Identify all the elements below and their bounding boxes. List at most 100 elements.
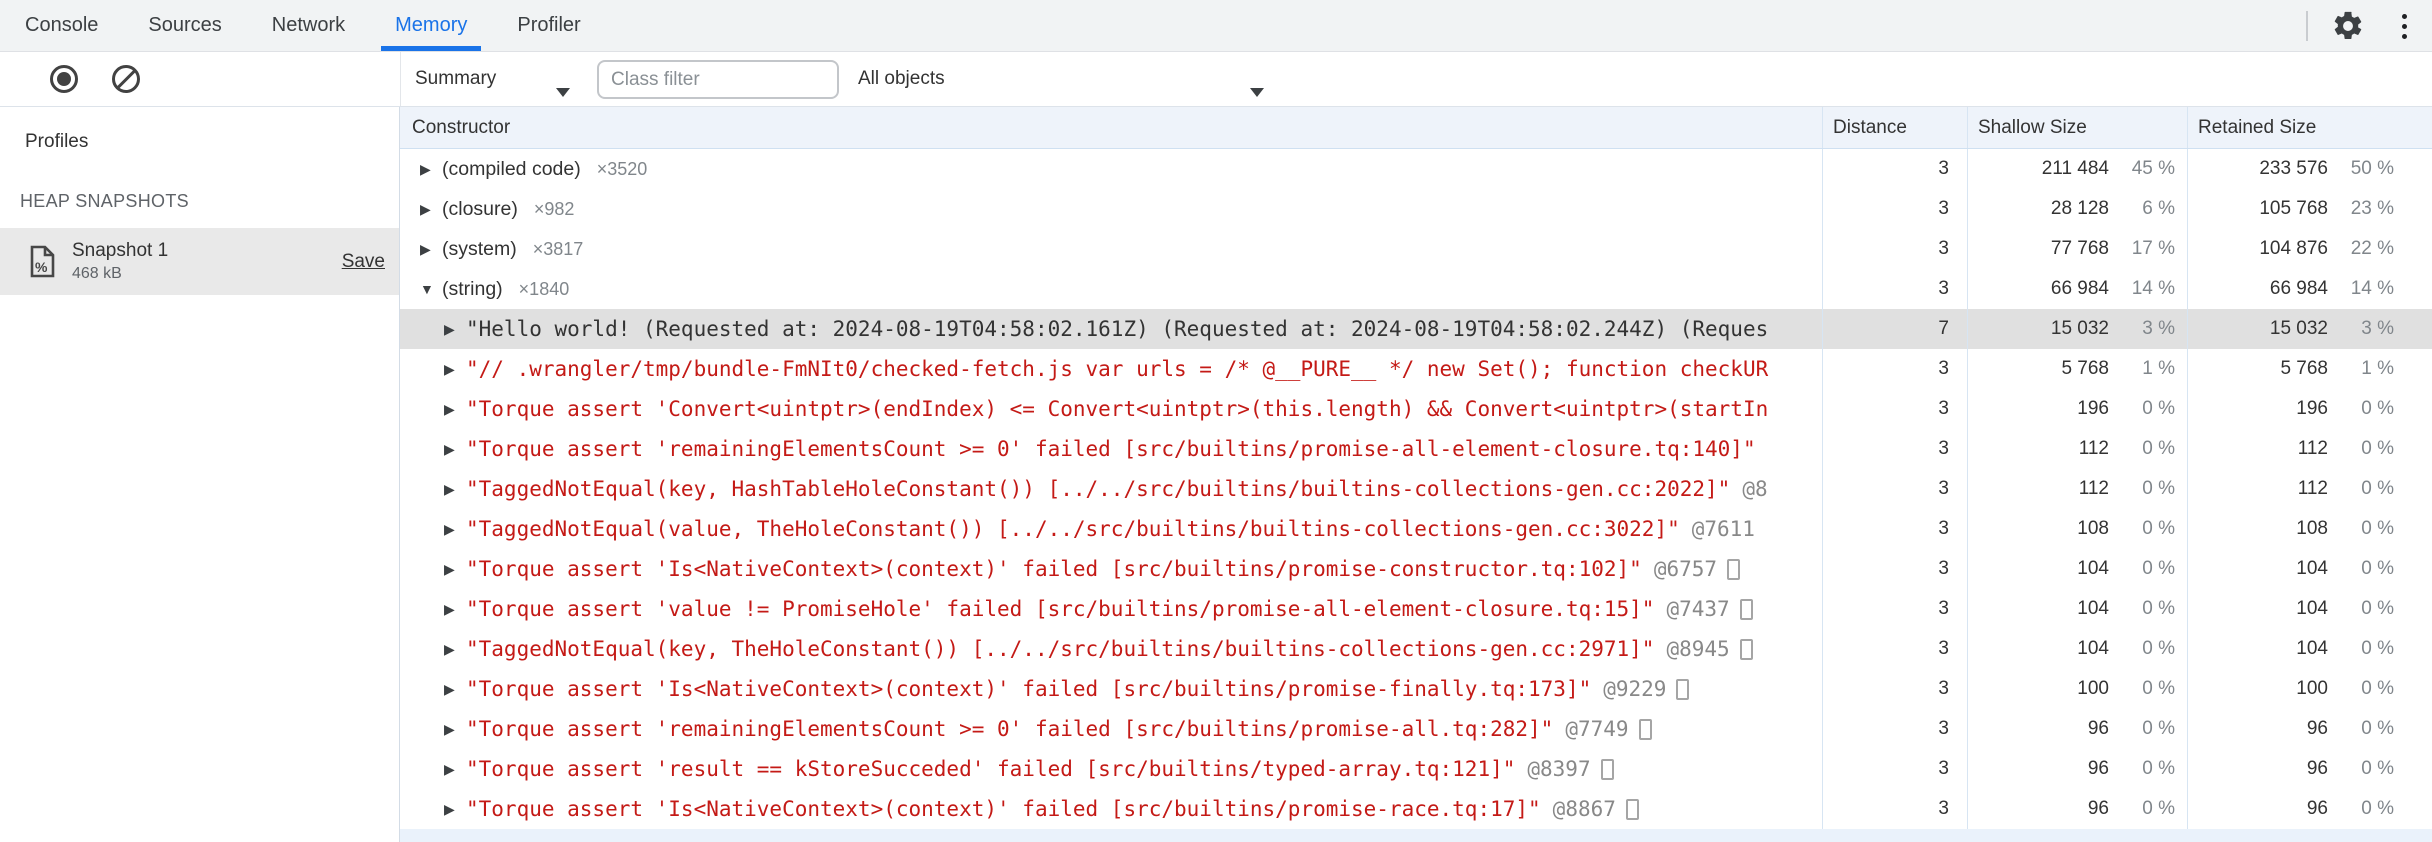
devtools-tabbar: Console Sources Network Memory Profiler: [0, 0, 2432, 52]
distance-cell: 3: [1822, 669, 1967, 709]
class-filter-input[interactable]: [597, 60, 839, 99]
chevron-down-icon: [556, 88, 570, 97]
constructor-cell: ▶ (compiled code) ×3520: [400, 149, 1822, 189]
instance-count: ×1840: [518, 278, 570, 299]
settings-gear-icon[interactable]: [2330, 8, 2366, 44]
constructor-cell: ▶ "Hello world! (Requested at: 2024-08-19…: [400, 309, 1822, 349]
disclosure-triangle-icon[interactable]: ▶: [444, 721, 466, 738]
disclosure-triangle-icon[interactable]: ▶: [444, 321, 466, 338]
tab-network[interactable]: Network: [272, 0, 345, 51]
more-options-kebab-icon[interactable]: [2390, 8, 2418, 44]
shallow-size-cell: 108 0 %: [1967, 509, 2187, 549]
table-row[interactable]: ▶ "TaggedNotEqual(value, TheHoleConstant(…: [400, 509, 2432, 549]
disclosure-triangle-icon[interactable]: ▶: [444, 601, 466, 618]
disclosure-triangle-icon[interactable]: ▶: [420, 241, 442, 258]
table-row[interactable]: ▶ "Torque assert 'Convert<uintptr>(endInd…: [400, 389, 2432, 429]
object-id: @8945: [1666, 637, 1730, 661]
missing-glyph-box-icon: [1727, 558, 1741, 580]
panel-tabs: Console Sources Network Memory Profiler: [0, 0, 581, 51]
constructor-name: "TaggedNotEqual(key, TheHoleConstant()) …: [466, 637, 1655, 661]
column-header-shallow-size[interactable]: Shallow Size: [1967, 107, 2187, 148]
tab-memory[interactable]: Memory: [381, 0, 482, 51]
grid-body: ▶ (compiled code) ×3520 3 211 484 45 % 233 …: [400, 149, 2432, 829]
heap-snapshot-grid: Constructor Distance Shallow Size Retain…: [400, 107, 2432, 842]
shallow-size-cell: 96 0 %: [1967, 709, 2187, 749]
disclosure-triangle-icon[interactable]: ▶: [444, 521, 466, 538]
disclosure-triangle-icon[interactable]: ▶: [444, 401, 466, 418]
disclosure-triangle-icon[interactable]: ▶: [444, 561, 466, 578]
table-row[interactable]: ▶ "Torque assert 'result == kStoreSuccede…: [400, 749, 2432, 789]
tab-sources[interactable]: Sources: [148, 0, 221, 51]
shallow-size-cell: 96 0 %: [1967, 749, 2187, 789]
table-row[interactable]: ▶ "Torque assert 'remainingElementsCount …: [400, 709, 2432, 749]
disclosure-triangle-icon[interactable]: ▶: [444, 761, 466, 778]
shallow-size-cell: 104 0 %: [1967, 589, 2187, 629]
table-row[interactable]: ▶ "TaggedNotEqual(key, TheHoleConstant())…: [400, 629, 2432, 669]
save-snapshot-link[interactable]: Save: [342, 251, 385, 273]
memory-panel-toolbar: Summary All objects: [0, 52, 2432, 107]
constructor-name: "Hello world! (Requested at: 2024-08-19T…: [466, 317, 1769, 341]
table-row[interactable]: ▼ (string) ×1840 3 66 984 14 % 66 984 14 %: [400, 269, 2432, 309]
clear-profiles-icon[interactable]: [112, 65, 140, 93]
column-header-distance[interactable]: Distance: [1822, 107, 1967, 148]
distance-cell: 3: [1822, 589, 1967, 629]
object-id: @7749: [1565, 717, 1629, 741]
grid-header: Constructor Distance Shallow Size Retain…: [400, 107, 2432, 149]
constructor-name: "Torque assert 'Is<NativeContext>(contex…: [466, 797, 1541, 821]
table-row[interactable]: ▶ "Hello world! (Requested at: 2024-08-19…: [400, 309, 2432, 349]
perspective-select[interactable]: Summary: [415, 52, 496, 106]
table-row[interactable]: ▶ "Torque assert 'value != PromiseHole' f…: [400, 589, 2432, 629]
table-row[interactable]: ▶ (closure) ×982 3 28 128 6 % 105 768 23 %: [400, 189, 2432, 229]
constructor-name: "// .wrangler/tmp/bundle-FmNIt0/checked-…: [466, 357, 1769, 381]
column-header-retained-size[interactable]: Retained Size: [2187, 107, 2432, 148]
chevron-down-icon: [1250, 88, 1264, 97]
shallow-size-cell: 5 768 1 %: [1967, 349, 2187, 389]
shallow-size-cell: 112 0 %: [1967, 469, 2187, 509]
constructor-name: (system): [442, 237, 517, 260]
distance-cell: 3: [1822, 229, 1967, 269]
disclosure-triangle-icon[interactable]: ▶: [444, 681, 466, 698]
distance-cell: 3: [1822, 149, 1967, 189]
constructor-cell: ▶ "TaggedNotEqual(key, HashTableHoleConst…: [400, 469, 1822, 509]
retained-size-cell: 100 0 %: [2187, 669, 2432, 709]
table-row[interactable]: ▶ "Torque assert 'Is<NativeContext>(conte…: [400, 789, 2432, 829]
retained-size-cell: 96 0 %: [2187, 709, 2432, 749]
constructor-name: "Torque assert 'result == kStoreSucceded…: [466, 757, 1516, 781]
constructor-name: "Torque assert 'value != PromiseHole' fa…: [466, 597, 1655, 621]
record-heap-snapshot-icon[interactable]: [50, 65, 78, 93]
object-filter-select[interactable]: All objects: [858, 52, 945, 106]
table-row[interactable]: ▶ (compiled code) ×3520 3 211 484 45 % 233 …: [400, 149, 2432, 189]
constructor-name: "Torque assert 'Is<NativeContext>(contex…: [466, 557, 1642, 581]
column-header-constructor[interactable]: Constructor: [400, 107, 1822, 148]
disclosure-triangle-icon[interactable]: ▶: [444, 361, 466, 378]
shallow-size-cell: 96 0 %: [1967, 789, 2187, 829]
retained-size-cell: 105 768 23 %: [2187, 189, 2432, 229]
retained-size-cell: 233 576 50 %: [2187, 149, 2432, 189]
disclosure-triangle-icon[interactable]: ▼: [420, 281, 442, 297]
disclosure-triangle-icon[interactable]: ▶: [444, 441, 466, 458]
missing-glyph-box-icon: [1676, 678, 1690, 700]
sidebar-title: Profiles: [25, 131, 89, 152]
table-row[interactable]: ▶ (system) ×3817 3 77 768 17 % 104 876 22 %: [400, 229, 2432, 269]
table-row[interactable]: ▶ "Torque assert 'remainingElementsCount …: [400, 429, 2432, 469]
retained-size-cell: 104 0 %: [2187, 589, 2432, 629]
disclosure-triangle-icon[interactable]: ▶: [444, 641, 466, 658]
toolbar-divider: [400, 52, 401, 106]
shallow-size-cell: 104 0 %: [1967, 549, 2187, 589]
table-row[interactable]: ▶ "TaggedNotEqual(key, HashTableHoleConst…: [400, 469, 2432, 509]
tab-profiler[interactable]: Profiler: [517, 0, 580, 51]
snapshot-name: Snapshot 1: [72, 240, 169, 261]
disclosure-triangle-icon[interactable]: ▶: [420, 201, 442, 218]
retained-size-cell: 5 768 1 %: [2187, 349, 2432, 389]
constructor-cell: ▶ (closure) ×982: [400, 189, 1822, 229]
shallow-size-cell: 77 768 17 %: [1967, 229, 2187, 269]
disclosure-triangle-icon[interactable]: ▶: [420, 161, 442, 178]
table-row[interactable]: ▶ "Torque assert 'Is<NativeContext>(conte…: [400, 669, 2432, 709]
sidebar-item-snapshot-1[interactable]: % Snapshot 1 468 kB Save: [0, 228, 399, 295]
object-id: @8867: [1552, 797, 1616, 821]
table-row[interactable]: ▶ "Torque assert 'Is<NativeContext>(conte…: [400, 549, 2432, 589]
tab-console[interactable]: Console: [25, 0, 98, 51]
disclosure-triangle-icon[interactable]: ▶: [444, 481, 466, 498]
table-row[interactable]: ▶ "// .wrangler/tmp/bundle-FmNIt0/checked…: [400, 349, 2432, 389]
disclosure-triangle-icon[interactable]: ▶: [444, 801, 466, 818]
